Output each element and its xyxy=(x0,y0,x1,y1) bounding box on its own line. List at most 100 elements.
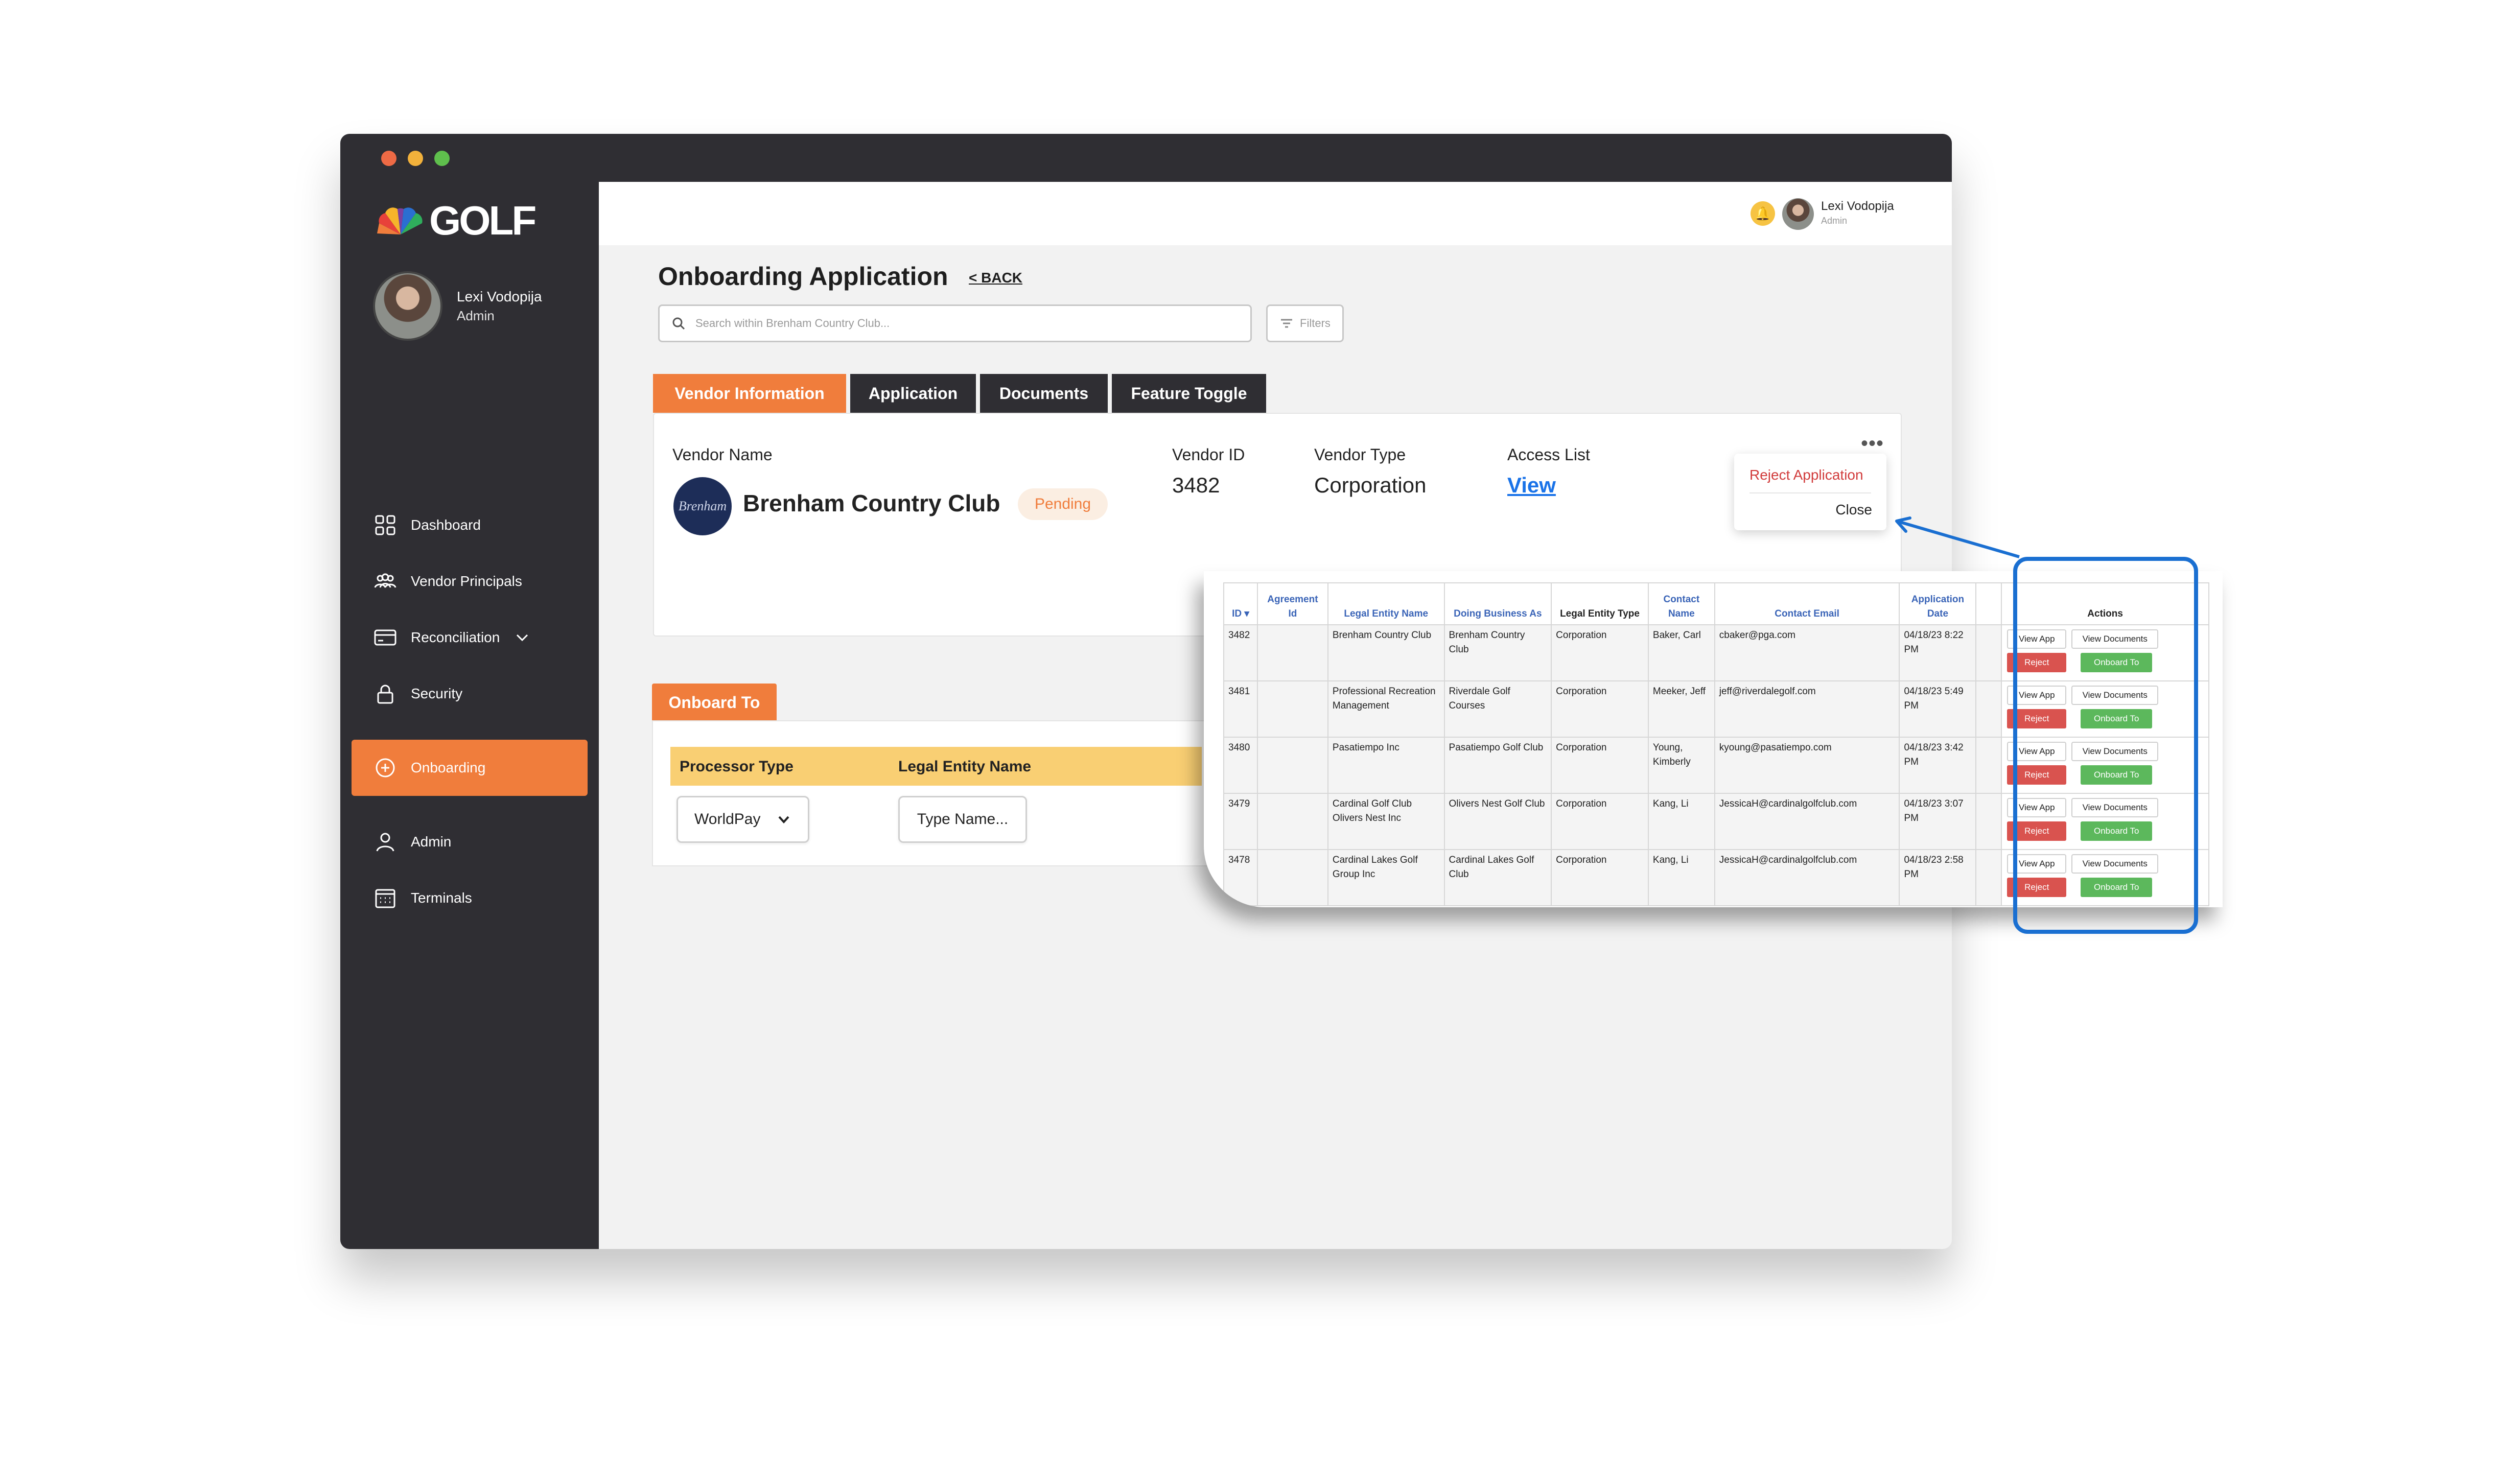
sidebar-profile[interactable]: Lexi Vodopija Admin xyxy=(373,271,542,341)
legal-entity-placeholder: Type Name... xyxy=(917,811,1009,828)
col-blank-header xyxy=(1975,582,2002,625)
cell-entity-type: Corporation xyxy=(1551,624,1649,681)
dashboard-icon xyxy=(373,513,398,537)
cell-agreement xyxy=(1256,680,1328,738)
logo-text: GOLF xyxy=(429,198,536,243)
sidebar-item-security[interactable]: Security xyxy=(373,678,462,709)
tab-documents[interactable]: Documents xyxy=(980,374,1108,413)
tab-feature-toggle[interactable]: Feature Toggle xyxy=(1112,374,1266,413)
cell-agreement xyxy=(1256,737,1328,794)
cell-id: 3482 xyxy=(1223,624,1258,681)
legal-entity-input[interactable]: Type Name... xyxy=(898,796,1027,843)
sidebar-item-vendor-principals[interactable]: Vendor Principals xyxy=(373,566,522,597)
vendor-name: Brenham Country Club xyxy=(743,490,1000,516)
cell-date: 04/18/23 2:58 PM xyxy=(1899,849,1977,906)
sidebar-item-terminals[interactable]: Terminals xyxy=(373,883,472,913)
more-options-icon[interactable]: ••• xyxy=(1861,433,1884,454)
card-icon xyxy=(373,625,398,650)
lock-icon xyxy=(373,681,398,706)
brand-logo[interactable]: GOLF xyxy=(375,198,536,243)
cell-blank xyxy=(1975,624,2002,681)
menu-divider xyxy=(1749,492,1871,493)
legal-entity-header: Legal Entity Name xyxy=(898,758,1032,775)
profile-role: Admin xyxy=(457,308,495,323)
cell-entity-type: Corporation xyxy=(1551,849,1649,906)
processor-type-value: WorldPay xyxy=(694,811,761,828)
cell-date: 04/18/23 5:49 PM xyxy=(1899,680,1977,738)
vendor-id: 3482 xyxy=(1172,473,1220,497)
search-icon xyxy=(672,317,685,330)
actions-column-highlight xyxy=(2013,557,2198,934)
cell-contact: Meeker, Jeff xyxy=(1647,680,1715,738)
cell-entity-type: Corporation xyxy=(1551,680,1649,738)
cell-blank xyxy=(1975,793,2002,850)
cell-entity-type: Corporation xyxy=(1551,737,1649,794)
cell-dba: Cardinal Lakes Golf Club xyxy=(1443,849,1552,906)
header-avatar[interactable] xyxy=(1782,198,1814,230)
bell-icon[interactable]: 🔔 xyxy=(1751,201,1775,226)
sidebar-item-label: Vendor Principals xyxy=(411,573,522,589)
onboard-to-tab[interactable]: Onboard To xyxy=(652,684,777,721)
window-maximize-dot[interactable] xyxy=(434,151,450,166)
sidebar-item-reconciliation[interactable]: Reconciliation xyxy=(373,622,530,653)
col-dba-header[interactable]: Doing Business As xyxy=(1443,582,1552,625)
cell-contact: Kang, Li xyxy=(1647,849,1715,906)
sidebar: GOLF Lexi Vodopija Admin Dashboard Vendo… xyxy=(340,182,599,1249)
page-title: Onboarding Application xyxy=(658,262,948,291)
users-icon xyxy=(373,569,398,594)
vendor-name-label: Vendor Name xyxy=(672,445,773,464)
col-contact-name-header[interactable]: Contact Name xyxy=(1647,582,1715,625)
vendor-id-label: Vendor ID xyxy=(1172,445,1245,464)
cell-dba: Olivers Nest Golf Club xyxy=(1443,793,1552,850)
status-badge: Pending xyxy=(1018,488,1108,520)
cell-id: 3481 xyxy=(1223,680,1258,738)
cell-entity-type: Corporation xyxy=(1551,793,1649,850)
back-link[interactable]: < BACK xyxy=(969,270,1022,286)
col-contact-email-header[interactable]: Contact Email xyxy=(1714,582,1900,625)
cell-legal-entity: Pasatiempo Inc xyxy=(1327,737,1445,794)
tab-vendor-information[interactable]: Vendor Information xyxy=(653,374,846,413)
cell-contact: Young, Kimberly xyxy=(1647,737,1715,794)
col-id-header[interactable]: ID ▾ xyxy=(1223,582,1258,625)
sidebar-item-label: Security xyxy=(411,686,463,701)
window-minimize-dot[interactable] xyxy=(408,151,423,166)
cell-id: 3478 xyxy=(1223,849,1258,906)
sidebar-item-label: Reconciliation xyxy=(411,629,500,645)
col-legal-entity-header[interactable]: Legal Entity Name xyxy=(1327,582,1445,625)
options-menu: Reject Application Close xyxy=(1734,454,1886,530)
sidebar-item-onboarding[interactable]: Onboarding xyxy=(373,752,485,783)
cell-agreement xyxy=(1256,624,1328,681)
reject-application-item[interactable]: Reject Application xyxy=(1749,467,1863,483)
search-input[interactable]: Search within Brenham Country Club... xyxy=(658,304,1252,342)
sidebar-item-dashboard[interactable]: Dashboard xyxy=(373,510,481,540)
cell-email: jeff@riverdalegolf.com xyxy=(1714,680,1900,738)
calendar-icon xyxy=(373,886,398,910)
sidebar-item-admin[interactable]: Admin xyxy=(373,827,451,857)
col-agreement-header[interactable]: Agreement Id xyxy=(1256,582,1328,625)
close-menu-item[interactable]: Close xyxy=(1835,502,1872,518)
cell-contact: Baker, Carl xyxy=(1647,624,1715,681)
cell-date: 04/18/23 3:42 PM xyxy=(1899,737,1977,794)
cell-legal-entity: Professional Recreation Management xyxy=(1327,680,1445,738)
cell-dba: Riverdale Golf Courses xyxy=(1443,680,1552,738)
col-entity-type-header[interactable]: Legal Entity Type xyxy=(1551,582,1649,625)
cell-date: 04/18/23 8:22 PM xyxy=(1899,624,1977,681)
sidebar-item-label: Onboarding xyxy=(411,760,486,775)
sidebar-item-label: Terminals xyxy=(411,890,472,906)
cell-dba: Pasatiempo Golf Club xyxy=(1443,737,1552,794)
chevron-down-icon[interactable] xyxy=(514,629,530,646)
vendor-type: Corporation xyxy=(1314,473,1427,497)
peacock-logo-icon xyxy=(377,207,423,234)
header-user-role: Admin xyxy=(1821,216,1848,226)
window-close-dot[interactable] xyxy=(381,151,396,166)
cell-legal-entity: Cardinal Lakes Golf Group Inc xyxy=(1327,849,1445,906)
processor-type-select[interactable]: WorldPay xyxy=(676,796,809,843)
cell-email: JessicaH@cardinalgolfclub.com xyxy=(1714,793,1900,850)
col-date-header[interactable]: Application Date xyxy=(1899,582,1977,625)
processor-type-header: Processor Type xyxy=(680,758,794,775)
cell-legal-entity: Cardinal Golf Club Olivers Nest Inc xyxy=(1327,793,1445,850)
tab-application[interactable]: Application xyxy=(850,374,976,413)
access-list-view-link[interactable]: View xyxy=(1507,473,1556,498)
cell-agreement xyxy=(1256,793,1328,850)
filters-button[interactable]: Filters xyxy=(1266,304,1344,342)
